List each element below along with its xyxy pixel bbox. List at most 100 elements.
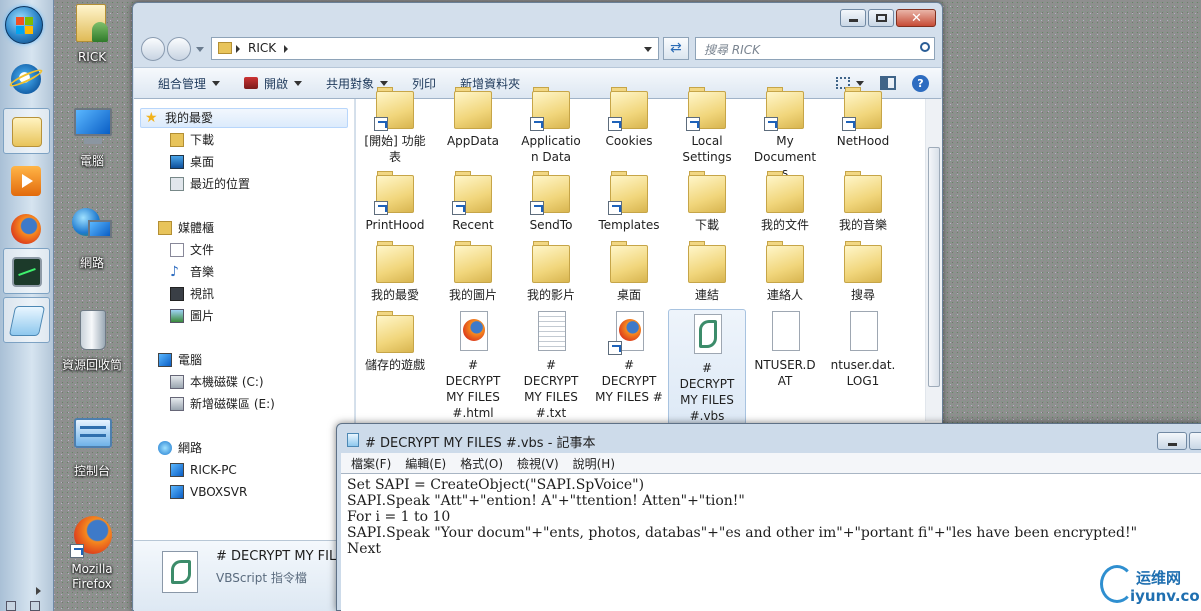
close-button[interactable]: ✕: [896, 9, 936, 27]
file-item[interactable]: # DECRYPT MY FILES #.txt: [512, 309, 590, 421]
network-icon: [158, 441, 172, 455]
file-item[interactable]: My Document s: [746, 85, 824, 181]
file-item[interactable]: # DECRYPT MY FILES #.html: [434, 309, 512, 421]
desktop-icon-network[interactable]: 網路: [55, 206, 129, 271]
nav-music[interactable]: ♪ 音樂: [170, 262, 214, 282]
file-item[interactable]: NetHood: [824, 85, 902, 149]
nav-pictures[interactable]: 圖片: [170, 306, 214, 326]
search-box[interactable]: 搜尋 RICK: [695, 37, 935, 60]
file-name: 連結: [694, 288, 719, 302]
help-icon: ?: [912, 74, 929, 92]
desktop-icon-recycle-bin[interactable]: 資源回收筒: [55, 308, 129, 373]
file-item[interactable]: PrintHood: [356, 169, 434, 233]
taskbar-firefox[interactable]: [3, 206, 50, 252]
menu-file[interactable]: 檔案(F): [341, 455, 398, 472]
nav-label: 下載: [190, 133, 215, 147]
open-menu[interactable]: 開啟: [232, 75, 314, 92]
forward-button[interactable]: [167, 37, 191, 61]
help-button[interactable]: ?: [906, 74, 941, 92]
nav-videos[interactable]: 視訊: [170, 284, 214, 304]
nav-rick-pc[interactable]: RICK-PC: [170, 460, 237, 480]
menu-format[interactable]: 格式(O): [453, 455, 510, 472]
nav-drive-e[interactable]: 新增磁碟區 (E:): [170, 394, 275, 414]
address-field[interactable]: RICK: [211, 37, 659, 60]
desktop-icon-control-panel[interactable]: 控制台: [55, 414, 129, 479]
file-item[interactable]: SendTo: [512, 169, 590, 233]
file-item[interactable]: 我的文件: [746, 169, 824, 233]
vertical-scrollbar[interactable]: [925, 99, 942, 421]
breadcrumb-arrow-icon[interactable]: [284, 45, 288, 53]
file-item[interactable]: 我的影片: [512, 239, 590, 303]
desktop-icon-firefox[interactable]: Mozilla Firefox: [55, 514, 129, 592]
folder-icon: [530, 169, 572, 215]
file-item[interactable]: 連絡人: [746, 239, 824, 303]
nav-computer[interactable]: 電腦: [158, 350, 202, 370]
breadcrumb-rick[interactable]: RICK: [248, 41, 276, 55]
file-item[interactable]: AppData: [434, 85, 512, 149]
menu-edit[interactable]: 編輯(E): [398, 455, 453, 472]
taskbar-windows-explorer[interactable]: [3, 108, 50, 154]
notepad-maximize-button[interactable]: [1189, 432, 1201, 450]
maximize-button[interactable]: [868, 9, 894, 27]
recent-places-icon: [170, 177, 184, 191]
start-button[interactable]: [5, 6, 43, 44]
taskbar-notepad[interactable]: [3, 297, 50, 343]
volume-tray-icon[interactable]: [30, 601, 40, 611]
file-item[interactable]: # DECRYPT MY FILES #: [590, 309, 668, 405]
nav-network[interactable]: 網路: [158, 438, 202, 458]
nav-documents[interactable]: 文件: [170, 240, 214, 260]
file-item[interactable]: 桌面: [590, 239, 668, 303]
nav-label: RICK-PC: [190, 463, 237, 477]
back-button[interactable]: [141, 37, 165, 61]
nav-desktop[interactable]: 桌面: [170, 152, 214, 172]
organize-menu[interactable]: 組合管理: [134, 75, 232, 92]
file-item[interactable]: 我的最愛: [356, 239, 434, 303]
file-item[interactable]: NTUSER.D AT: [746, 309, 824, 389]
file-item[interactable]: 下載: [668, 169, 746, 233]
desktop-icon-computer[interactable]: 電腦: [55, 104, 129, 169]
file-item[interactable]: Applicatio n Data: [512, 85, 590, 165]
address-dropdown-icon[interactable]: [644, 47, 652, 52]
nav-libraries[interactable]: 媒體櫃: [158, 218, 214, 238]
desktop-icon-label: 網路: [79, 256, 104, 270]
file-item[interactable]: 搜尋: [824, 239, 902, 303]
network-tray-icon[interactable]: [6, 601, 16, 611]
nav-favorites[interactable]: ★ 我的最愛: [140, 108, 348, 128]
minimize-button[interactable]: [840, 9, 866, 27]
nav-drive-c[interactable]: 本機磁碟 (C:): [170, 372, 264, 392]
file-item[interactable]: ntuser.dat. LOG1: [824, 309, 902, 389]
shortcut-arrow-icon: [452, 201, 466, 215]
taskbar-task-manager[interactable]: [3, 248, 50, 294]
network-icon: [70, 206, 114, 250]
menu-view[interactable]: 檢視(V): [510, 455, 566, 472]
nav-downloads[interactable]: 下載: [170, 130, 214, 150]
desktop-icon: [170, 155, 184, 169]
computer-icon: [170, 485, 184, 499]
file-item[interactable]: Templates: [590, 169, 668, 233]
file-item[interactable]: 我的圖片: [434, 239, 512, 303]
file-item[interactable]: Cookies: [590, 85, 668, 149]
file-item[interactable]: [開始] 功能 表: [356, 85, 434, 165]
file-item[interactable]: 儲存的遊戲: [356, 309, 434, 373]
notepad-window: # DECRYPT MY FILES #.vbs - 記事本 檔案(F) 編輯(…: [336, 423, 1201, 611]
file-item[interactable]: Recent: [434, 169, 512, 233]
search-icon[interactable]: [920, 42, 930, 52]
nav-vboxsvr[interactable]: VBOXSVR: [170, 482, 247, 502]
firefox-document-icon: [452, 309, 494, 355]
show-hidden-icons-arrow-icon[interactable]: [36, 587, 41, 595]
taskbar-internet-explorer[interactable]: [3, 56, 50, 102]
firefox-icon: [11, 214, 41, 244]
recent-pages-dropdown-icon[interactable]: [196, 47, 204, 52]
file-item[interactable]: 我的音樂: [824, 169, 902, 233]
file-item[interactable]: # DECRYPT MY FILES #.vbs: [668, 309, 746, 425]
scrollbar-thumb[interactable]: [928, 147, 940, 387]
nav-recent-places[interactable]: 最近的位置: [170, 174, 250, 194]
refresh-button[interactable]: ⇄: [663, 37, 689, 60]
file-item[interactable]: 連結: [668, 239, 746, 303]
file-item[interactable]: Local Settings: [668, 85, 746, 165]
notepad-text-area[interactable]: Set SAPI = CreateObject("SAPI.SpVoice") …: [341, 473, 1201, 611]
taskbar-media-player[interactable]: [3, 158, 50, 204]
notepad-minimize-button[interactable]: [1157, 432, 1187, 450]
menu-help[interactable]: 說明(H): [566, 455, 622, 472]
desktop-icon-rick[interactable]: RICK: [55, 2, 129, 64]
